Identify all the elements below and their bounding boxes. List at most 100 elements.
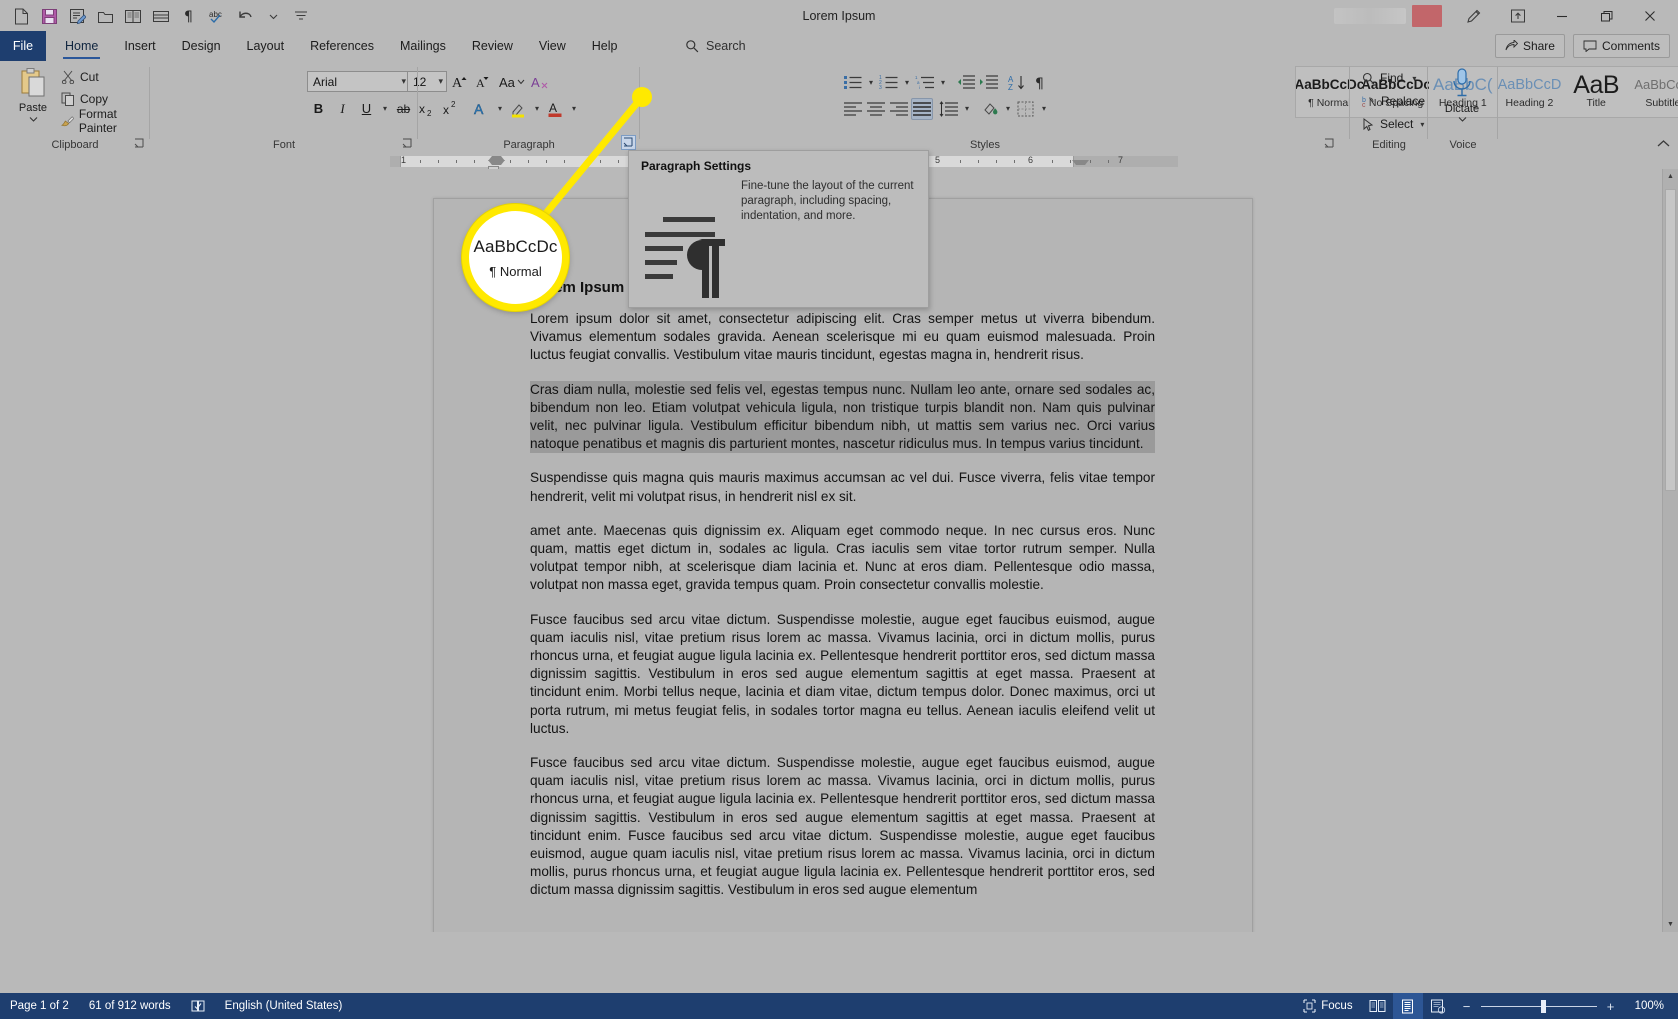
tab-design[interactable]: Design (169, 31, 234, 61)
bold-button[interactable]: B (307, 98, 330, 120)
format-painter-label: Format Painter (78, 106, 117, 135)
spelling-check-icon[interactable]: abc (204, 3, 230, 29)
close-button[interactable] (1628, 0, 1672, 31)
ribbon-tabs: Home Insert Design Layout References Mai… (52, 31, 630, 61)
tab-insert[interactable]: Insert (111, 31, 168, 61)
style-preview: AaB (1573, 70, 1620, 99)
find-dropdown-icon[interactable]: ▾ (1412, 74, 1416, 83)
table-icon[interactable] (148, 3, 174, 29)
ribbon-display-options-icon[interactable] (1496, 0, 1540, 31)
italic-button[interactable]: I (331, 98, 354, 120)
tab-references[interactable]: References (297, 31, 387, 61)
paste-label: Paste (18, 102, 48, 114)
paste-button[interactable]: Paste (10, 67, 56, 133)
undo-icon[interactable] (232, 3, 258, 29)
scroll-up-icon[interactable]: ▲ (1663, 169, 1678, 184)
minimize-button[interactable] (1540, 0, 1584, 31)
comments-button[interactable]: Comments (1572, 34, 1670, 58)
select-dropdown-icon[interactable]: ▾ (1420, 120, 1424, 129)
style-subtitle[interactable]: AaBbCcD Subtitle (1630, 67, 1678, 117)
editing-commands: Find ▾ bc Replace Select ▾ (1358, 68, 1429, 134)
collapse-ribbon-icon[interactable] (1654, 135, 1672, 151)
select-button[interactable]: Select ▾ (1358, 114, 1429, 134)
document-paragraph-selected[interactable]: Cras diam nulla, molestie sed felis vel,… (530, 380, 1155, 454)
ribbon: Paste Cut Copy Format Painter Clipboard (0, 61, 1678, 154)
search-input[interactable]: Search (685, 31, 746, 61)
focus-mode-button[interactable]: Focus (1293, 993, 1362, 1019)
microphone-icon (1453, 68, 1471, 97)
tab-view[interactable]: View (526, 31, 579, 61)
chevron-down-icon[interactable]: ▾ (401, 76, 406, 87)
view-print-layout-button[interactable] (1392, 993, 1423, 1019)
tab-review[interactable]: Review (459, 31, 526, 61)
ruler-margin-left (390, 156, 400, 167)
scroll-down-icon[interactable]: ▼ (1663, 917, 1678, 932)
page-indicator[interactable]: Page 1 of 2 (0, 993, 79, 1019)
document-body[interactable]: Lorem Ipsum Lorem ipsum dolor sit amet, … (530, 279, 1155, 916)
new-document-icon[interactable] (8, 3, 34, 29)
document-page[interactable]: Lorem Ipsum Lorem ipsum dolor sit amet, … (433, 198, 1253, 932)
scrollbar-thumb[interactable] (1665, 189, 1676, 491)
dictate-button[interactable]: Dictate (1436, 67, 1488, 133)
replace-button[interactable]: bc Replace (1358, 91, 1429, 111)
word-count[interactable]: 61 of 912 words (79, 993, 181, 1019)
view-read-mode-button[interactable] (1363, 993, 1393, 1019)
account-name-blurred (1334, 7, 1406, 24)
underline-button[interactable]: U (355, 98, 378, 120)
show-formatting-marks-icon[interactable]: ¶ (176, 3, 202, 29)
autosave-edit-icon[interactable] (64, 3, 90, 29)
zoom-out-button[interactable]: − (1461, 999, 1473, 1014)
find-button[interactable]: Find ▾ (1358, 68, 1429, 88)
zoom-slider[interactable]: − + (1453, 999, 1625, 1014)
tab-help[interactable]: Help (579, 31, 631, 61)
style-heading-2[interactable]: AaBbCcD Heading 2 (1496, 67, 1563, 117)
undo-dropdown-icon[interactable] (260, 3, 286, 29)
paragraph-dialog-launcher[interactable] (621, 135, 636, 150)
clipboard-commands: Cut Copy Format Painter (58, 67, 150, 135)
tab-layout[interactable]: Layout (234, 31, 298, 61)
style-title[interactable]: AaB Title (1563, 67, 1630, 117)
italic-label: I (340, 100, 345, 116)
tab-file[interactable]: File (0, 31, 46, 61)
draw-pen-icon[interactable] (1452, 0, 1496, 31)
magnifier-callout: AaBbCcDc ¶ Normal (462, 204, 569, 311)
tab-mailings[interactable]: Mailings (387, 31, 459, 61)
open-folder-icon[interactable] (92, 3, 118, 29)
hanging-indent-marker[interactable] (488, 160, 505, 165)
ribbon-tab-strip: File Home Insert Design Layout Reference… (0, 31, 1678, 61)
strikethrough-button[interactable]: ab (392, 98, 415, 120)
right-indent-marker[interactable] (1072, 160, 1089, 165)
document-paragraph[interactable]: Fusce faucibus sed arcu vitae dictum. Su… (530, 754, 1155, 900)
font-name-input[interactable]: Arial ▾ (307, 71, 411, 92)
view-web-layout-button[interactable] (1423, 993, 1453, 1019)
zoom-in-button[interactable]: + (1605, 999, 1617, 1014)
customize-qat-icon[interactable] (288, 3, 314, 29)
save-icon[interactable] (36, 3, 62, 29)
document-paragraph[interactable]: amet ante. Maecenas quis dignissim ex. A… (530, 522, 1155, 595)
copy-button[interactable]: Copy (58, 89, 150, 108)
document-paragraph[interactable]: Fusce faucibus sed arcu vitae dictum. Su… (530, 611, 1155, 738)
select-label: Select (1380, 117, 1414, 131)
language-indicator[interactable]: English (United States) (215, 993, 353, 1019)
tab-home[interactable]: Home (52, 31, 111, 61)
document-paragraph[interactable]: Suspendisse quis magna quis mauris maxim… (530, 469, 1155, 505)
underline-dropdown-icon[interactable]: ▾ (379, 98, 391, 120)
zoom-track[interactable] (1480, 999, 1597, 1013)
avatar[interactable] (1412, 4, 1442, 27)
cut-button[interactable]: Cut (58, 67, 150, 86)
format-painter-button[interactable]: Format Painter (58, 107, 150, 135)
zoom-level[interactable]: 100% (1625, 993, 1678, 1019)
document-vertical-scrollbar[interactable]: ▲ ▼ (1662, 169, 1678, 932)
restore-button[interactable] (1584, 0, 1628, 31)
styles-dialog-launcher[interactable] (1323, 137, 1336, 150)
font-dialog-launcher[interactable] (401, 137, 414, 150)
ruler-tick-5: 5 (935, 155, 941, 165)
cursor-icon (1363, 117, 1374, 131)
chevron-down-icon (29, 117, 37, 122)
proofing-status[interactable] (181, 993, 215, 1019)
zoom-thumb[interactable] (1540, 999, 1546, 1013)
share-button[interactable]: Share (1494, 34, 1565, 58)
clipboard-dialog-launcher[interactable] (133, 137, 146, 150)
document-paragraph[interactable]: Lorem ipsum dolor sit amet, consectetur … (530, 310, 1155, 365)
print-preview-icon[interactable] (120, 3, 146, 29)
